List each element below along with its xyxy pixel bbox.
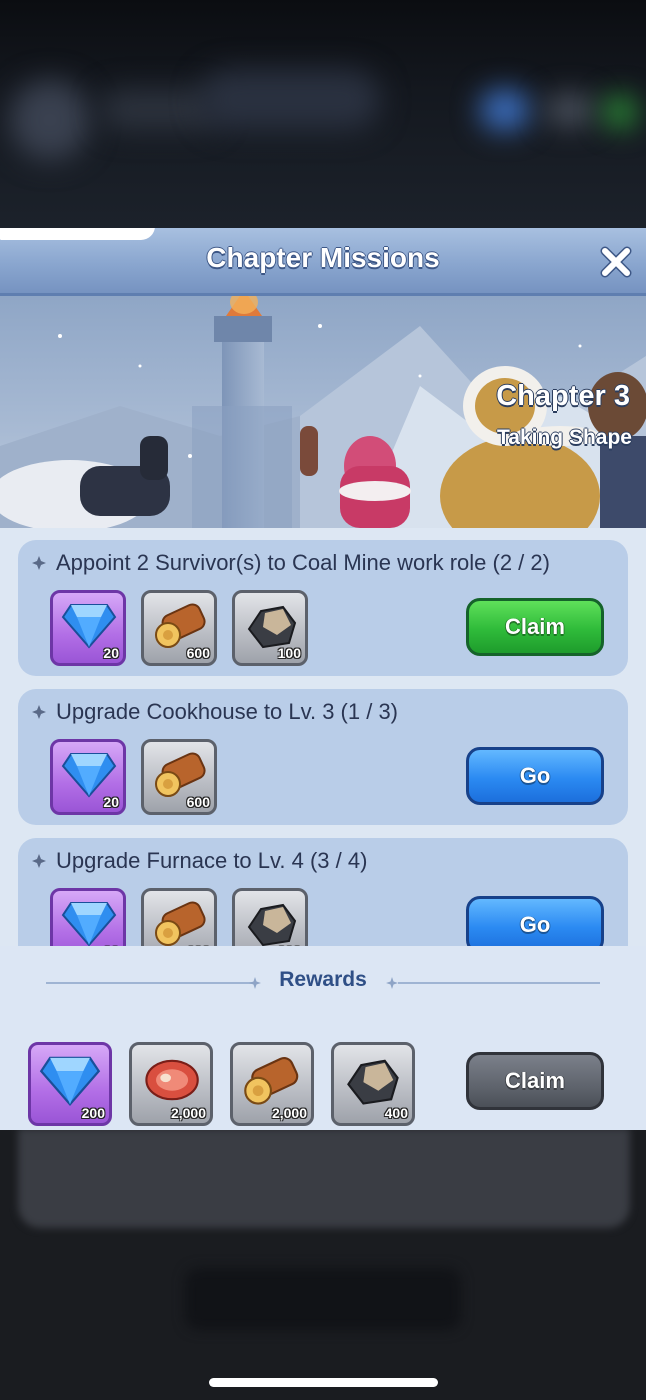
reward-item-coal[interactable]: 100 <box>232 590 308 666</box>
go-button[interactable]: Go <box>466 747 604 805</box>
reward-item-diamond[interactable]: 20 <box>50 888 126 946</box>
chapter-missions-dialog: Chapter Missions Chapter 3 Taking Shape … <box>0 228 646 1130</box>
background-blur-avatar <box>10 80 90 160</box>
sparkle-bullet-icon <box>32 556 46 570</box>
reward-item-wood[interactable]: 2,000 <box>230 1042 314 1126</box>
close-icon[interactable] <box>596 242 636 282</box>
chapter-banner: Chapter 3 Taking Shape <box>0 296 646 528</box>
wood-log-icon <box>155 603 206 648</box>
snow-decoration <box>0 228 155 240</box>
wood-log-icon <box>244 1057 299 1105</box>
reward-item-coal[interactable]: 400 <box>331 1042 415 1126</box>
dialog-header: Chapter Missions <box>0 228 646 296</box>
reward-item-wood[interactable]: 600 <box>141 888 217 946</box>
go-button[interactable]: Go <box>466 896 604 946</box>
reward-quantity: 200 <box>81 1105 105 1121</box>
home-indicator[interactable] <box>209 1378 438 1387</box>
background-blur-card <box>18 1128 630 1228</box>
reward-item-meat[interactable]: 2,000 <box>129 1042 213 1126</box>
reward-quantity: 600 <box>186 794 210 810</box>
background-blur-element <box>200 70 380 130</box>
mission-description: Upgrade Furnace to Lv. 4 (3 / 4) <box>56 848 368 873</box>
diamond-gem-icon <box>61 604 117 649</box>
mission-description: Appoint 2 Survivor(s) to Coal Mine work … <box>56 550 550 575</box>
diamond-gem-icon <box>39 1056 101 1107</box>
chapter-subtitle: Taking Shape <box>497 426 632 449</box>
mission-item: Upgrade Cookhouse to Lv. 3 (1 / 3) 20 60… <box>18 689 628 825</box>
reward-item-wood[interactable]: 600 <box>141 739 217 815</box>
reward-quantity: 400 <box>384 1105 408 1121</box>
wood-log-icon <box>155 901 206 946</box>
sparkle-bullet-icon <box>32 705 46 719</box>
reward-quantity: 2,000 <box>170 1105 206 1121</box>
background-blur-pill <box>185 1268 461 1330</box>
claim-button[interactable]: Claim <box>466 598 604 656</box>
background-blur-status <box>604 96 636 128</box>
raw-meat-icon <box>145 1059 199 1101</box>
mission-description: Upgrade Cookhouse to Lv. 3 (1 / 3) <box>56 699 399 724</box>
background-blur-gem <box>480 90 530 130</box>
reward-quantity: 20 <box>103 794 119 810</box>
chapter-number: Chapter 3 <box>496 380 630 412</box>
wood-log-icon <box>155 752 206 797</box>
mission-item: Upgrade Furnace to Lv. 4 (3 / 4) 20 600 <box>18 838 628 946</box>
background-blur-element <box>545 95 595 125</box>
coal-ore-icon <box>247 903 297 946</box>
diamond-gem-icon <box>61 902 117 946</box>
reward-item-diamond[interactable]: 20 <box>50 739 126 815</box>
mission-list[interactable]: Appoint 2 Survivor(s) to Coal Mine work … <box>0 528 646 946</box>
reward-quantity: 100 <box>277 645 301 661</box>
background-game-screen <box>0 0 646 230</box>
diamond-gem-icon <box>61 753 117 798</box>
coal-ore-icon <box>247 605 297 649</box>
reward-item-coal[interactable]: 200 <box>232 888 308 946</box>
chapter-claim-button[interactable]: Claim <box>466 1052 604 1110</box>
reward-quantity: 2,000 <box>271 1105 307 1121</box>
dialog-title: Chapter Missions <box>206 242 440 273</box>
rewards-title: Rewards <box>279 968 367 991</box>
sparkle-bullet-icon <box>32 854 46 868</box>
reward-quantity: 600 <box>186 645 210 661</box>
reward-item-wood[interactable]: 600 <box>141 590 217 666</box>
reward-item-diamond[interactable]: 200 <box>28 1042 112 1126</box>
mission-item: Appoint 2 Survivor(s) to Coal Mine work … <box>18 540 628 676</box>
reward-item-diamond[interactable]: 20 <box>50 590 126 666</box>
divider-line <box>398 982 600 984</box>
coal-ore-icon <box>347 1059 399 1105</box>
divider-sparkle-icon <box>386 977 398 989</box>
reward-quantity: 20 <box>103 645 119 661</box>
chapter-rewards: Rewards 200 2,000 2,000 400 Claim <box>0 946 646 1130</box>
